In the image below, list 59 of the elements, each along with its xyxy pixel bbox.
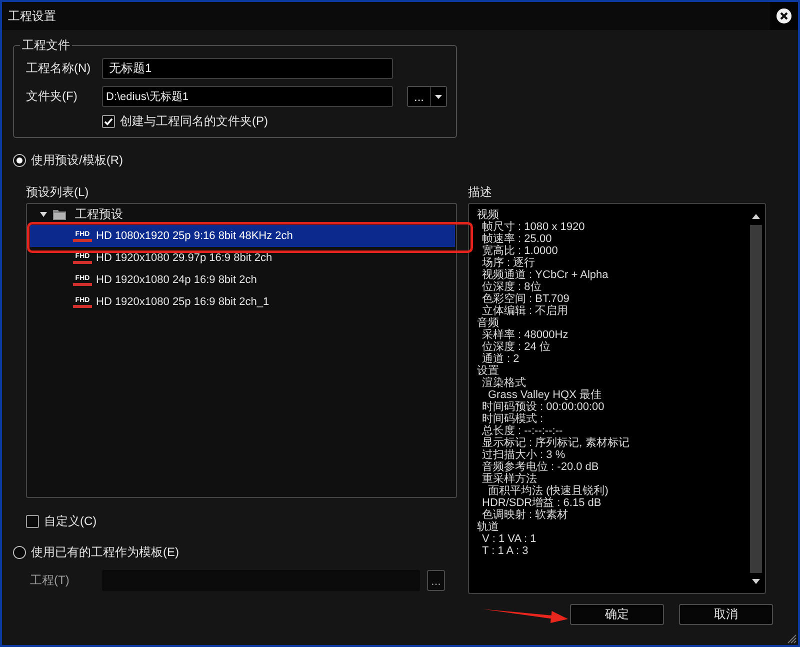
field-label: 文件夹(F) [26,89,78,103]
caret-down-icon [435,94,442,98]
description-line: 位深度 : 8位 [482,281,542,293]
description-line: 通道 : 2 [482,353,520,365]
description-line: 帧速率 : 25.00 [482,233,552,245]
caret-down-icon[interactable] [40,212,47,217]
description-line: 面积平均法 (快速且锐利) [488,485,608,497]
folder-icon [53,209,66,220]
radio-button[interactable] [13,154,26,167]
description-line: 立体编辑 : 不启用 [482,305,568,317]
description-heading: 视频 [477,209,499,221]
cancel-button[interactable]: 取消 [679,604,773,625]
tree-folder[interactable]: 工程预设 [27,204,129,225]
name-field[interactable]: 无标题1 [102,58,393,79]
checkbox-label: 创建与工程同名的文件夹(P) [120,113,268,130]
checkbox[interactable] [26,515,39,528]
ok-button[interactable]: 确定 [570,604,664,625]
resize-grip-icon[interactable] [787,634,797,644]
description-line: T : 1 A : 3 [482,545,528,557]
description-line: 视频通道 : YCbCr + Alpha [482,269,608,281]
scroll-down-icon[interactable] [752,579,760,584]
description-line: 宽高比 : 1.0000 [482,245,558,257]
description-line: HDR/SDR增益 : 6.15 dB [482,497,602,509]
description-line: 色调映射 : 软素材 [482,509,568,521]
description-line: 时间码预设 : 00:00:00:00 [482,401,604,413]
checkbox[interactable] [102,115,115,128]
dropdown-button[interactable] [430,87,446,106]
description-heading: 音频 [477,317,499,329]
scroll-up-icon[interactable] [752,214,760,219]
description-line: V : 1 VA : 1 [482,533,536,545]
radio-button[interactable] [13,546,26,559]
description-line: 显示标记 : 序列标记, 素材标记 [482,437,630,449]
description-line: 音频参考电位 : -20.0 dB [482,461,599,473]
description-line: 总长度 : --:--:--:-- [482,425,563,437]
preset-list-label: 预设列表(L) [26,185,89,199]
description-label: 描述 [468,185,492,199]
description-line: 重采样方法 [482,473,537,485]
field-label: 工程(T) [30,572,70,589]
description-line: 色彩空间 : BT.709 [482,293,570,305]
description-line: Grass Valley HQX 最佳 [488,389,602,401]
checkbox-label: 自定义(C) [44,513,97,530]
folder-field[interactable]: D:\edius\无标题1 [102,86,393,107]
close-button[interactable] [770,2,798,30]
window-title: 工程设置 [8,8,56,22]
scrollbar-thumb[interactable] [750,225,762,573]
description-line: 帧尺寸 : 1080 x 1920 [482,221,585,233]
description-heading: 轨道 [477,521,499,533]
radio-label: 使用预设/模板(R) [31,152,123,169]
description-line: 渲染格式 [482,377,526,389]
description-heading: 设置 [477,365,499,377]
description-line: 采样率 : 48000Hz [482,329,568,341]
description-line: 位深度 : 24 位 [482,341,550,353]
group-title: 工程文件 [21,37,71,54]
close-icon [776,8,792,24]
field-label: 工程名称(N) [26,61,91,75]
description-line: 场序 : 逐行 [482,257,536,269]
radio-label: 使用已有的工程作为模板(E) [31,544,179,561]
description-line: 过扫描大小 : 3 % [482,449,566,461]
description-line: 时间码模式 : [482,413,544,425]
